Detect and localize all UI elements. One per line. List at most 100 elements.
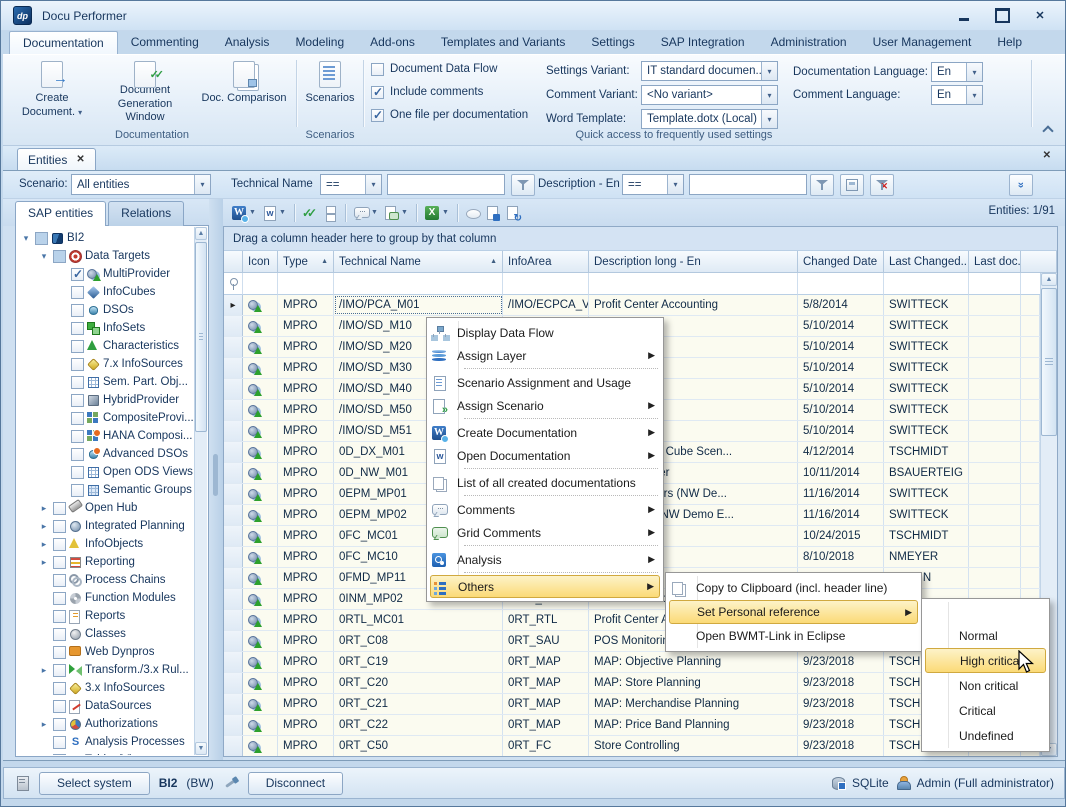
apply-filter-button[interactable] (810, 174, 834, 196)
menu-tab-templates-and-variants[interactable]: Templates and Variants (428, 31, 579, 54)
create-document-button[interactable]: Create Document. ▾ (13, 59, 91, 125)
tree-checkbox[interactable] (71, 286, 84, 299)
table-row[interactable]: MPRO0RT_C210RT_MAPMAP: Merchandise Plann… (224, 694, 1040, 715)
tree-checkbox[interactable] (53, 250, 66, 263)
technical-name-filter-input[interactable] (387, 174, 505, 195)
toolbar-ellipse-button[interactable] (463, 202, 483, 224)
comment-variant-select[interactable]: <No variant>▾ (641, 85, 778, 105)
checkbox-include-comments[interactable]: Include comments (371, 84, 556, 100)
menu-item-comments[interactable]: Comments▶ (430, 498, 660, 521)
tree-item-bi2[interactable]: ▾BI2 (17, 229, 194, 247)
dropdown-arrow-icon[interactable]: ▾ (761, 110, 777, 128)
disconnect-button[interactable]: Disconnect (248, 772, 343, 795)
menu-item-assign-layer[interactable]: Assign Layer▶ (430, 344, 660, 367)
description-filter-input[interactable] (689, 174, 807, 195)
menu-item-copy-to-clipboard-incl-header-line[interactable]: Copy to Clipboard (incl. header line) (669, 576, 918, 600)
checkbox[interactable] (371, 86, 384, 99)
tree-item-tables-views[interactable]: Tables/Views (17, 751, 194, 755)
column-header-description-long-en[interactable]: Description long - En (589, 251, 798, 273)
tree-item-open-hub[interactable]: ▸Open Hub (17, 499, 194, 517)
panel-splitter[interactable] (209, 199, 223, 760)
filter-cell-last-doc[interactable] (969, 273, 1021, 295)
tree-item-infocubes[interactable]: InfoCubes (17, 283, 194, 301)
menu-item-critical[interactable]: Critical (925, 698, 1046, 723)
clear-filter-button[interactable]: ✕ (870, 174, 894, 196)
table-row[interactable]: MPRO0RT_C200RT_MAPMAP: Store Planning9/2… (224, 673, 1040, 694)
maximize-button[interactable] (991, 8, 1013, 24)
tree-item-classes[interactable]: Classes (17, 625, 194, 643)
menu-item-normal[interactable]: Normal (925, 623, 1046, 648)
expand-icon[interactable]: ▸ (38, 521, 50, 532)
tree-checkbox[interactable] (71, 322, 84, 335)
collapse-icon[interactable]: ▾ (20, 233, 32, 244)
toolbar-excel-export-button[interactable]: ▼ (422, 202, 452, 224)
tab-relations[interactable]: Relations (108, 201, 184, 226)
menu-item-grid-comments[interactable]: Grid Comments▶ (430, 521, 660, 544)
select-system-button[interactable]: Select system (39, 772, 150, 795)
tree-checkbox[interactable] (71, 448, 84, 461)
checkbox[interactable] (371, 109, 384, 122)
tree-checkbox[interactable] (53, 646, 66, 659)
dropdown-arrow-icon[interactable]: ▼ (400, 209, 409, 216)
toolbar-double-check-button[interactable] (300, 202, 320, 224)
dropdown-arrow-icon[interactable]: ▼ (248, 209, 257, 216)
menu-item-open-documentation[interactable]: Open Documentation▶ (430, 444, 660, 467)
tree-checkbox[interactable] (53, 628, 66, 641)
dropdown-arrow-icon[interactable]: ▾ (365, 175, 381, 194)
technical-name-operator-select[interactable]: ==▾ (320, 174, 382, 195)
tree-item-compositeprovi[interactable]: CompositeProvi... (17, 409, 194, 427)
menu-tab-user-management[interactable]: User Management (860, 31, 985, 54)
table-row[interactable]: ▸MPRO/IMO/PCA_M01/IMO/ECPCA_V...Profit C… (224, 295, 1040, 316)
tree-checkbox[interactable] (53, 664, 66, 677)
tree-checkbox[interactable] (53, 700, 66, 713)
tab-sap-entities[interactable]: SAP entities (15, 201, 106, 226)
column-header-type[interactable]: Type▲ (278, 251, 334, 273)
menu-item-display-data-flow[interactable]: Display Data Flow (430, 321, 660, 344)
tree-checkbox[interactable] (71, 394, 84, 407)
tree-item-characteristics[interactable]: Characteristics (17, 337, 194, 355)
menu-item-non-critical[interactable]: Non critical (925, 673, 1046, 698)
table-row[interactable]: MPRO0RT_C190RT_MAPMAP: Objective Plannin… (224, 652, 1040, 673)
dropdown-arrow-icon[interactable]: ▾ (966, 86, 982, 104)
tree-checkbox[interactable] (53, 610, 66, 623)
documentation-language-select[interactable]: En▾ (931, 62, 983, 82)
settings-variant-select[interactable]: IT standard documen...▾ (641, 61, 778, 81)
menu-item-create-documentation[interactable]: Create Documentation▶ (430, 421, 660, 444)
scrollbar-thumb[interactable] (1041, 288, 1057, 436)
column-header-technical-name[interactable]: Technical Name▲ (334, 251, 503, 273)
tree-item-reporting[interactable]: ▸Reporting (17, 553, 194, 571)
toolbar-split-view-button[interactable] (320, 202, 340, 224)
tree-item-web-dynpros[interactable]: Web Dynpros (17, 643, 194, 661)
menu-tab-commenting[interactable]: Commenting (118, 31, 212, 54)
close-button[interactable]: ✕ (1029, 8, 1051, 24)
scroll-up-icon[interactable]: ▲ (195, 227, 207, 240)
tab-entities[interactable]: Entities ✕ (17, 148, 96, 170)
scroll-down-icon[interactable]: ▼ (195, 742, 207, 755)
toolbar-comment-button[interactable]: ▼ (351, 202, 381, 224)
collapse-ribbon-button[interactable] (1041, 123, 1055, 135)
tree-item-analysis-processes[interactable]: Analysis Processes (17, 733, 194, 751)
tree-checkbox[interactable] (71, 412, 84, 425)
tree-item-7-x-infosources[interactable]: 7.x InfoSources (17, 355, 194, 373)
expand-icon[interactable]: ▸ (38, 539, 50, 550)
menu-item-analysis[interactable]: Analysis▶ (430, 548, 660, 571)
tree-item-function-modules[interactable]: Function Modules (17, 589, 194, 607)
column-header-last-changed[interactable]: Last Changed... (884, 251, 969, 273)
tree-item-multiprovider[interactable]: MultiProvider (17, 265, 194, 283)
menu-item-set-personal-reference[interactable]: Set Personal reference▶ (669, 600, 918, 624)
toolbar-word-export-button[interactable]: ▼ (229, 202, 259, 224)
menu-item-list-of-all-created-documentations[interactable]: List of all created documentations (430, 471, 660, 494)
tree-checkbox[interactable] (71, 340, 84, 353)
dropdown-arrow-icon[interactable]: ▾ (667, 175, 683, 194)
menu-item-scenario-assignment-and-usage[interactable]: Scenario Assignment and Usage (430, 371, 660, 394)
filter-cell-infoarea[interactable] (503, 273, 589, 295)
tree-checkbox[interactable] (71, 484, 84, 497)
dropdown-arrow-icon[interactable]: ▾ (761, 62, 777, 80)
column-header-infoarea[interactable]: InfoArea (503, 251, 589, 273)
column-header-last-doc[interactable]: Last doc. (969, 251, 1021, 273)
filter-cell-technical-name[interactable] (334, 273, 503, 295)
tree-item-advanced-dsos[interactable]: Advanced DSOs (17, 445, 194, 463)
tree-checkbox[interactable] (53, 682, 66, 695)
expand-icon[interactable]: ▸ (38, 557, 50, 568)
dropdown-arrow-icon[interactable]: ▾ (761, 86, 777, 104)
